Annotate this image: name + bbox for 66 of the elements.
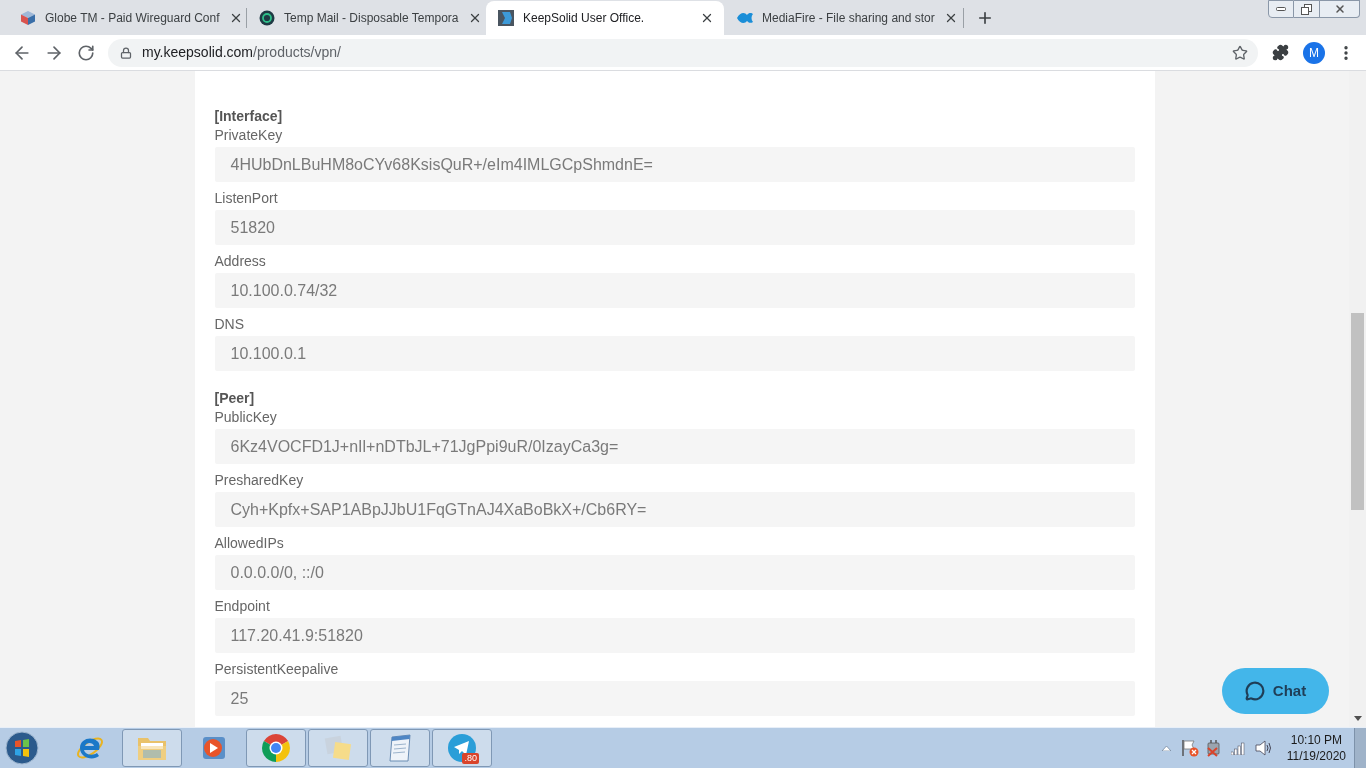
minimize-button[interactable] [1268, 0, 1294, 18]
field-label: Endpoint [214, 597, 271, 616]
taskbar-button[interactable] [122, 729, 182, 767]
signal-bars-icon[interactable] [1230, 741, 1247, 755]
browser-tab[interactable]: KeepSolid User Office. [486, 1, 724, 35]
field-label: PublicKey [214, 408, 278, 427]
tab-title: KeepSolid User Office. [523, 10, 646, 27]
caret-up-icon[interactable] [1161, 745, 1171, 751]
config-field[interactable]: 10.100.0.1 [214, 336, 1135, 371]
browser-tab[interactable]: Globe TM - Paid Wireguard Conf [8, 1, 246, 35]
close-icon [1333, 3, 1346, 15]
address-bar[interactable]: my.keepsolid.com/products/vpn/ [108, 38, 1258, 67]
tab-title: MediaFire - File sharing and stor [762, 10, 935, 27]
config-field[interactable]: 0.0.0.0/0, ::/0 [214, 555, 1135, 590]
minimize-icon [1276, 7, 1286, 11]
browser-tab[interactable]: Temp Mail - Disposable Tempora [247, 1, 485, 35]
round-logo-icon [259, 10, 275, 26]
lock-icon [120, 46, 132, 59]
taskbar-button[interactable] [370, 729, 430, 767]
field-label: DNS [214, 315, 246, 334]
field-label: AllowedIPs [214, 534, 285, 553]
url-text: my.keepsolid.com/products/vpn/ [142, 43, 341, 62]
scrollbar-thumb[interactable] [1351, 313, 1364, 510]
clock-time: 10:10 PM [1290, 732, 1343, 748]
notification-badge: .80 [462, 753, 479, 764]
power-plug-icon[interactable] [1204, 739, 1223, 757]
field-label: PrivateKey [214, 126, 284, 145]
config-field[interactable]: 25 [214, 681, 1135, 716]
close-icon[interactable] [700, 11, 714, 25]
tab-title: Temp Mail - Disposable Tempora [284, 10, 459, 27]
clock-date: 11/19/2020 [1286, 748, 1346, 764]
taskbar-button[interactable] [246, 729, 306, 767]
field-label: Address [214, 252, 267, 271]
ring-logo-icon [261, 733, 291, 763]
field-label: ListenPort [214, 189, 279, 208]
config-field[interactable]: 117.20.41.9:51820 [214, 618, 1135, 653]
taskbar-button[interactable]: .80 [432, 729, 492, 767]
field-label: PersistentKeepalive [214, 660, 340, 679]
restore-icon [1301, 3, 1312, 15]
config-field[interactable]: Cyh+Kpfx+SAP1ABpJJbU1FqGTnAJ4XaBoBkX+/Cb6RY= [214, 492, 1135, 527]
orb-icon [5, 731, 39, 765]
config-field[interactable]: 51820 [214, 210, 1135, 245]
speaker-icon[interactable] [1254, 740, 1273, 756]
sticky-notes-icon [323, 734, 353, 762]
profile-avatar[interactable]: M [1303, 41, 1325, 64]
square-logo-icon [498, 10, 514, 26]
speech-bubble-icon [1244, 681, 1265, 701]
flame-icon [737, 12, 753, 24]
flag-icon[interactable] [1180, 739, 1199, 757]
config-field[interactable]: 6Kz4VOCFD1J+nIl+nDTbJL+71JgPpi9uR/0IzayCa3g= [214, 429, 1135, 464]
field-label: PresharedKey [214, 471, 305, 490]
notepad-icon [386, 733, 414, 763]
config-field[interactable]: 10.100.0.74/32 [214, 273, 1135, 308]
bookmark-star-icon[interactable] [1232, 44, 1248, 61]
cube-icon [20, 10, 36, 26]
play-icon [200, 734, 228, 762]
config-field[interactable]: 4HUbDnLBuHM8oCYv68KsisQuR+/eIm4IMLGCpShmdnE= [214, 147, 1135, 182]
caret-down-icon[interactable] [1353, 716, 1362, 721]
section-heading: [Peer] [214, 389, 256, 407]
puzzle-icon[interactable] [1272, 44, 1289, 61]
section-heading: [Interface] [214, 107, 284, 125]
browser-tab[interactable]: MediaFire - File sharing and stor [725, 1, 963, 35]
new-tab-icon[interactable] [976, 9, 994, 27]
restore-button[interactable] [1294, 0, 1320, 18]
chat-button[interactable]: Chat [1222, 668, 1329, 714]
tab-title: Globe TM - Paid Wireguard Conf [45, 10, 220, 27]
